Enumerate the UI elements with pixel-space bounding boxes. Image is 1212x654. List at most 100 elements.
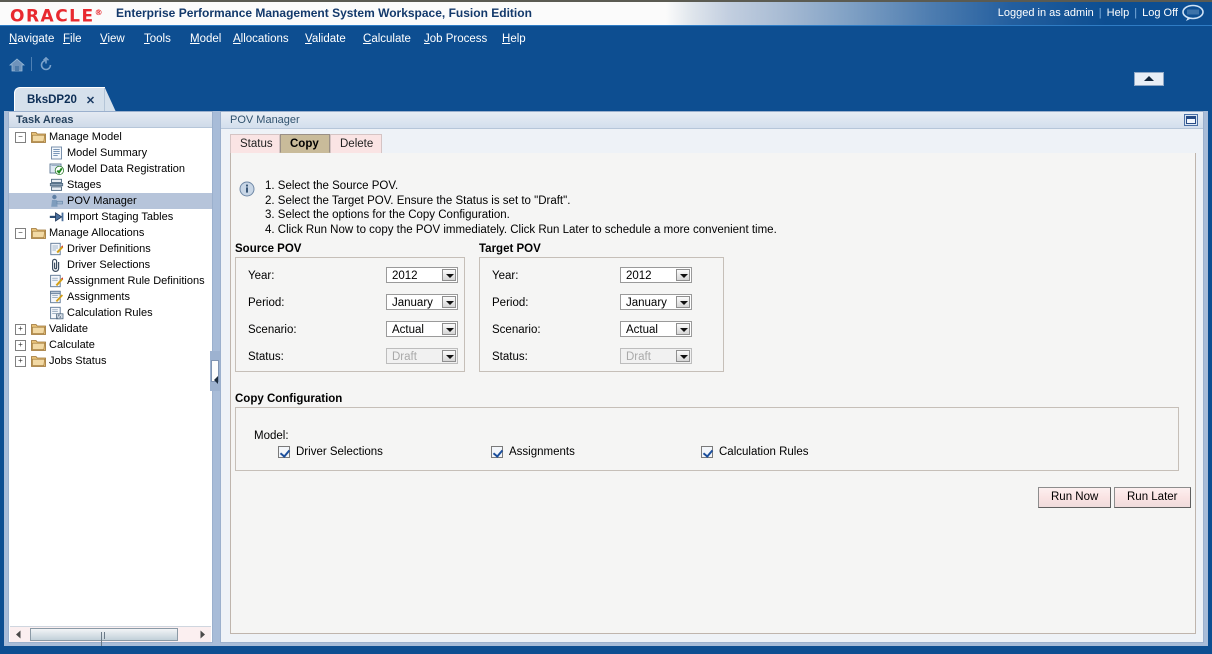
select-value: Draft — [392, 351, 417, 363]
checkbox-label: Driver Selections — [296, 446, 383, 458]
sidebar-item-import-staging-tables[interactable]: Import Staging Tables — [9, 209, 212, 225]
run-now-button[interactable]: Run Now — [1038, 487, 1112, 508]
chevron-down-icon[interactable] — [442, 350, 456, 362]
source-pov-year-select[interactable]: 2012 — [386, 267, 458, 283]
content-pane: POV Manager Status Copy Delete 1. Select t… — [220, 111, 1204, 643]
checkbox-assignments[interactable]: Assignments — [491, 446, 575, 462]
sidebar-item-model-summary[interactable]: Model Summary — [9, 145, 212, 161]
target-pov-year-select[interactable]: 2012 — [620, 267, 692, 283]
check-badge-icon — [49, 163, 64, 175]
target-pov-scenario-select[interactable]: Actual — [620, 321, 692, 337]
source-pov-period-label: Period: — [248, 297, 285, 309]
sidebar-item-label: Import Staging Tables — [67, 211, 174, 223]
checkbox-calculation-rules[interactable]: Calculation Rules — [701, 446, 809, 462]
refresh-icon[interactable] — [38, 57, 54, 73]
content-header: POV Manager — [221, 112, 1203, 129]
menu-validate[interactable]: Validate — [305, 33, 346, 45]
sidebar-item-label: Model Data Registration — [67, 163, 186, 175]
menu-help[interactable]: Help — [502, 33, 526, 45]
document-icon — [51, 146, 62, 160]
chevron-down-icon[interactable] — [676, 323, 690, 335]
menu-calculate[interactable]: Calculate — [363, 33, 411, 45]
chevron-down-icon[interactable] — [442, 323, 456, 335]
source-pov-row: Status: Draft — [236, 345, 464, 372]
sidebar-item-label: Jobs Status — [49, 355, 107, 367]
menu-model[interactable]: Model — [190, 33, 221, 45]
sidebar-item-driver-definitions[interactable]: Driver Definitions — [9, 241, 212, 257]
menu-tools[interactable]: Tools — [144, 33, 171, 45]
sidebar-item-label: Validate — [49, 323, 88, 335]
tab-status[interactable]: Status — [230, 134, 280, 153]
source-pov-period-select[interactable]: January — [386, 294, 458, 310]
sidebar-item-manage-model[interactable]: − Manage Model — [9, 129, 212, 145]
run-later-button[interactable]: Run Later — [1114, 487, 1191, 508]
target-pov-status-label: Status: — [492, 351, 528, 363]
expand-icon[interactable]: + — [15, 340, 26, 351]
driver-icon — [50, 242, 64, 256]
sidebar-item-assignments[interactable]: Assignments — [9, 289, 212, 305]
scroll-right-arrow[interactable] — [196, 628, 209, 641]
chevron-down-icon[interactable] — [442, 269, 456, 281]
sidebar-item-jobs-status[interactable]: + Jobs Status — [9, 353, 212, 369]
sidebar-item-manage-allocations[interactable]: − Manage Allocations — [9, 225, 212, 241]
chevron-down-icon[interactable] — [676, 350, 690, 362]
restore-window-icon[interactable] — [1184, 114, 1198, 126]
source-pov-row: Year: 2012 — [236, 264, 464, 291]
task-areas-tree[interactable]: − Manage Model Model Summary Model Data Reg… — [9, 129, 212, 626]
task-areas-horizontal-scrollbar[interactable] — [10, 626, 211, 646]
checkmark-icon[interactable] — [701, 446, 713, 458]
assignment-icon — [50, 290, 64, 304]
chevron-down-icon[interactable] — [676, 269, 690, 281]
target-pov-year-label: Year: — [492, 270, 519, 282]
close-icon[interactable]: ✕ — [86, 94, 95, 107]
menu-file[interactable]: File — [63, 33, 82, 45]
menu-navigate[interactable]: Navigate — [9, 33, 54, 45]
log-off-link[interactable]: Log Off — [1142, 7, 1178, 19]
splitter-handle[interactable] — [211, 360, 219, 384]
collapse-icon[interactable]: − — [15, 228, 26, 239]
sidebar-item-calculate[interactable]: + Calculate — [9, 337, 212, 353]
sidebar-item-driver-selections[interactable]: Driver Selections — [9, 257, 212, 273]
chevron-down-icon[interactable] — [442, 296, 456, 308]
target-pov-period-select[interactable]: January — [620, 294, 692, 310]
checkmark-icon[interactable] — [278, 446, 290, 458]
menu-job-process[interactable]: Job Process — [424, 33, 487, 45]
speech-bubble-icon[interactable] — [1182, 4, 1204, 21]
home-icon[interactable] — [9, 58, 25, 72]
document-tab-bksdp20[interactable]: BksDP20 ✕ — [14, 87, 117, 112]
tab-delete[interactable]: Delete — [330, 134, 382, 153]
scrollbar-thumb[interactable] — [30, 628, 178, 646]
tab-copy[interactable]: Copy — [280, 134, 330, 153]
scroll-left-arrow[interactable] — [12, 628, 25, 641]
sidebar-item-assignment-rule-definitions[interactable]: Assignment Rule Definitions — [9, 273, 212, 289]
checkmark-icon[interactable] — [491, 446, 503, 458]
session-sep-1: | — [1098, 7, 1102, 19]
sidebar-item-calculation-rules[interactable]: fx Calculation Rules — [9, 305, 212, 321]
expand-icon[interactable]: + — [15, 356, 26, 367]
panel-splitter[interactable] — [210, 351, 220, 391]
menu-view[interactable]: View — [100, 33, 125, 45]
collapse-icon[interactable]: − — [15, 132, 26, 143]
sidebar-item-label: Stages — [67, 179, 102, 191]
copy-config-legend: Copy Configuration — [235, 393, 343, 405]
source-pov-status-select: Draft — [386, 348, 458, 364]
select-value: January — [626, 297, 667, 309]
sidebar-item-validate[interactable]: + Validate — [9, 321, 212, 337]
brand-bar: ORACLE® Enterprise Performance Managemen… — [0, 0, 1212, 26]
help-link[interactable]: Help — [1107, 7, 1130, 19]
sidebar-item-pov-manager[interactable]: POV Manager — [9, 193, 212, 209]
formula-icon: fx — [50, 306, 64, 320]
chevron-down-icon[interactable] — [676, 296, 690, 308]
select-value: Actual — [626, 324, 658, 336]
collapse-header-button[interactable] — [1134, 72, 1164, 86]
sidebar-item-label: Model Summary — [67, 147, 148, 159]
session-info: Logged in as admin | Help | Log Off — [998, 7, 1178, 19]
checkbox-driver-selections[interactable]: Driver Selections — [278, 446, 383, 462]
pov-tab-strip[interactable]: Status Copy Delete — [230, 134, 1196, 154]
expand-icon[interactable]: + — [15, 324, 26, 335]
menu-allocations[interactable]: Allocations — [233, 33, 289, 45]
task-areas-header: Task Areas — [9, 112, 212, 128]
sidebar-item-model-data-registration[interactable]: Model Data Registration — [9, 161, 212, 177]
source-pov-scenario-select[interactable]: Actual — [386, 321, 458, 337]
sidebar-item-stages[interactable]: Stages — [9, 177, 212, 193]
